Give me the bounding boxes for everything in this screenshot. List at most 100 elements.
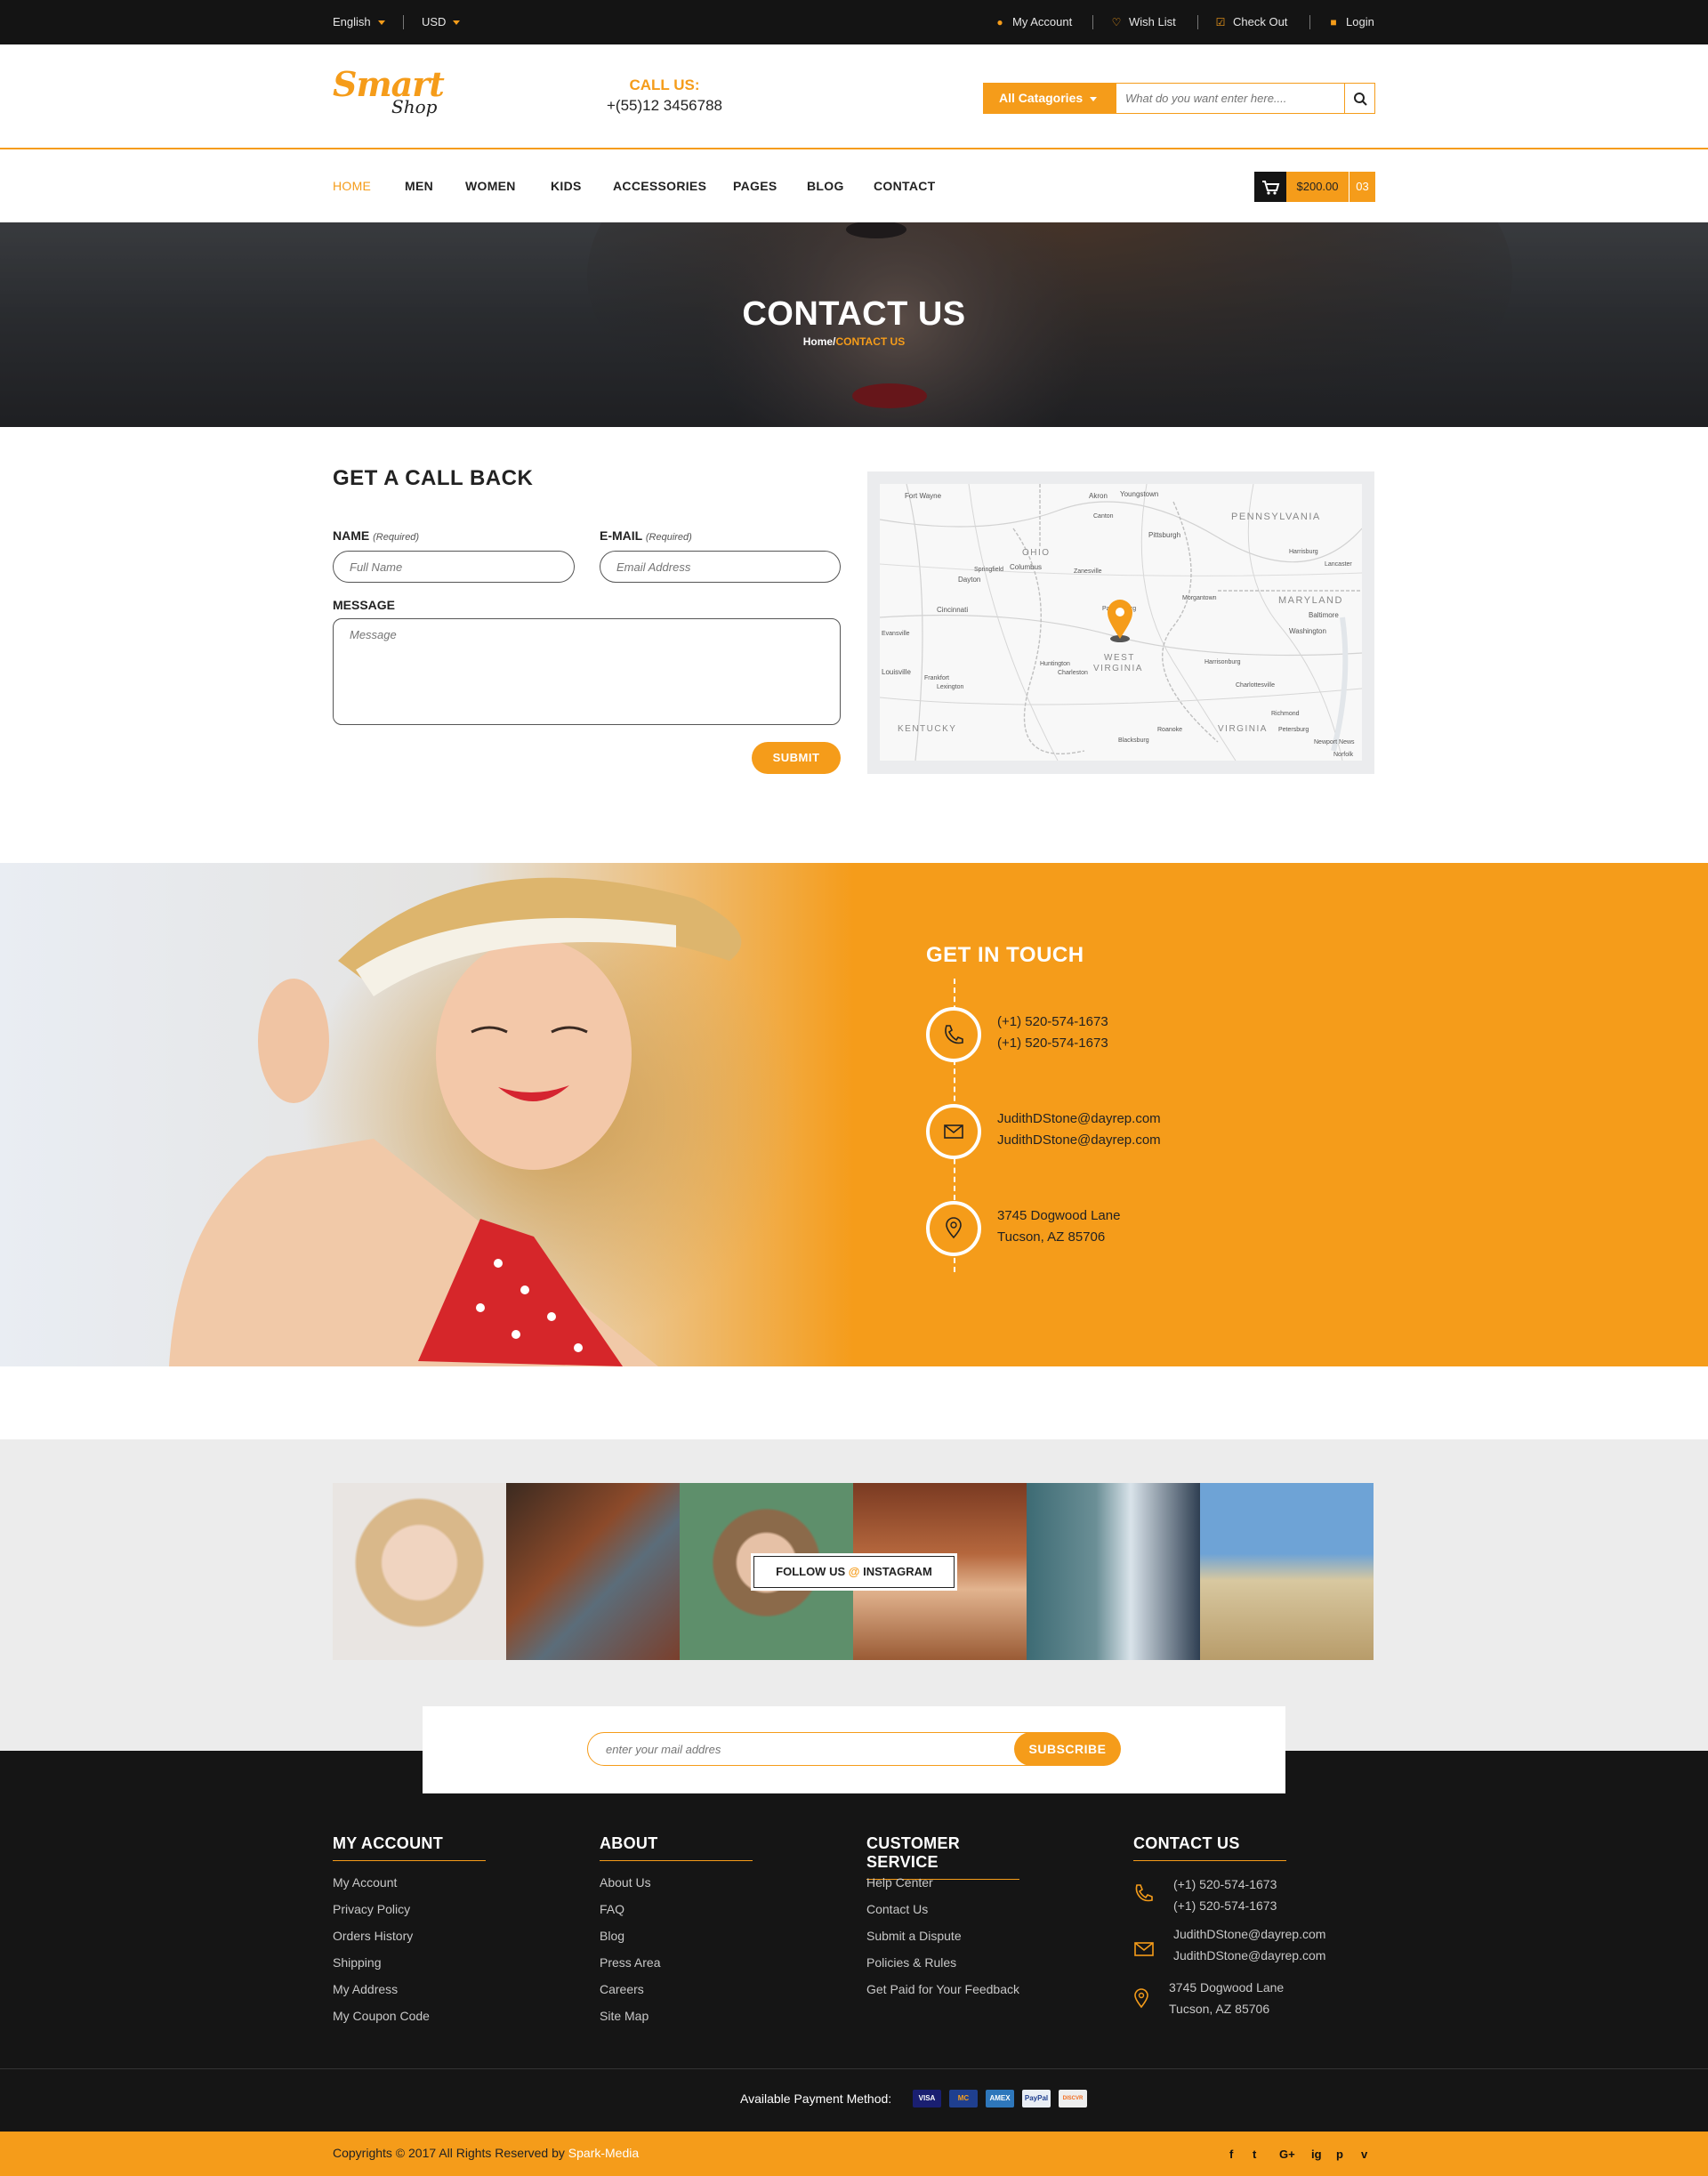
map-label: MARYLAND bbox=[1278, 595, 1343, 606]
touch-phone-1[interactable]: (+1) 520-574-1673 bbox=[997, 1014, 1108, 1029]
map-label: Akron bbox=[1089, 492, 1108, 500]
touch-email-1[interactable]: JudithDStone@dayrep.com bbox=[997, 1111, 1161, 1126]
page-title: CONTACT US bbox=[742, 295, 966, 333]
map-label: Petersburg bbox=[1278, 727, 1309, 733]
footer-link[interactable]: Policies & Rules bbox=[866, 1955, 956, 1970]
language-select[interactable]: English bbox=[333, 15, 385, 28]
footer-link[interactable]: About Us bbox=[600, 1875, 651, 1890]
footer-link[interactable]: Orders History bbox=[333, 1929, 413, 1943]
instagram-photo[interactable] bbox=[506, 1483, 680, 1660]
map-label: Youngstown bbox=[1120, 490, 1158, 498]
subscribe-button[interactable]: SUBSCRIBE bbox=[1014, 1732, 1121, 1766]
follow-prefix: FOLLOW US bbox=[776, 1565, 846, 1578]
footer-link[interactable]: Privacy Policy bbox=[333, 1902, 410, 1916]
footer-heading-about: ABOUT bbox=[600, 1834, 753, 1861]
breadcrumb-current: CONTACT US bbox=[835, 335, 906, 348]
call-us: CALL US: +(55)12 3456788 bbox=[600, 77, 729, 115]
footer-link[interactable]: Shipping bbox=[333, 1955, 382, 1970]
nav-blog[interactable]: BLOG bbox=[807, 179, 844, 193]
footer-heading-contact-us: CONTACT US bbox=[1133, 1834, 1286, 1861]
location-map[interactable]: Fort Wayne Akron Youngstown PENNSYLVANIA… bbox=[880, 484, 1362, 761]
nav-pages[interactable]: PAGES bbox=[733, 179, 777, 193]
instagram-icon[interactable]: ig bbox=[1311, 2148, 1322, 2161]
newsletter-email-input[interactable] bbox=[587, 1732, 1068, 1766]
footer-link[interactable]: My Coupon Code bbox=[333, 2009, 430, 2023]
footer-link[interactable]: Press Area bbox=[600, 1955, 660, 1970]
submit-button[interactable]: SUBMIT bbox=[752, 742, 841, 774]
footer-link[interactable]: Site Map bbox=[600, 2009, 649, 2023]
call-us-number: +(55)12 3456788 bbox=[607, 97, 722, 114]
footer-link[interactable]: FAQ bbox=[600, 1902, 624, 1916]
footer-link[interactable]: Blog bbox=[600, 1929, 624, 1943]
divider bbox=[403, 15, 404, 29]
google-plus-icon[interactable]: G+ bbox=[1279, 2148, 1295, 2161]
name-field[interactable] bbox=[333, 551, 575, 583]
instagram-photo[interactable] bbox=[333, 1483, 506, 1660]
chevron-down-icon bbox=[453, 20, 461, 26]
email-field[interactable] bbox=[600, 551, 841, 583]
login-link[interactable]: ■ Login bbox=[1328, 15, 1374, 28]
twitter-icon[interactable]: t bbox=[1253, 2148, 1256, 2161]
nav-accessories[interactable]: ACCESSORIES bbox=[613, 179, 706, 193]
amex-card-icon: AMEX bbox=[986, 2090, 1014, 2107]
map-label: Evansville bbox=[882, 631, 910, 637]
footer-link[interactable]: My Account bbox=[333, 1875, 397, 1890]
map-label: Zanesville bbox=[1074, 568, 1102, 575]
cart-button[interactable]: $200.00 03 bbox=[1254, 172, 1375, 202]
map-label: VIRGINIA bbox=[1093, 664, 1143, 673]
message-field[interactable] bbox=[333, 618, 841, 725]
name-required: (Required) bbox=[373, 532, 420, 543]
footer-link[interactable]: Get Paid for Your Feedback bbox=[866, 1982, 1019, 1996]
vimeo-icon[interactable]: v bbox=[1361, 2148, 1367, 2161]
search-input[interactable] bbox=[1116, 83, 1344, 114]
categories-dropdown[interactable]: All Catagories bbox=[983, 83, 1116, 114]
callback-title: GET A CALL BACK bbox=[333, 466, 534, 490]
search-icon bbox=[1354, 93, 1367, 106]
currency-select[interactable]: USD bbox=[422, 15, 461, 28]
paypal-icon: PayPal bbox=[1022, 2090, 1051, 2107]
footer-email-1[interactable]: JudithDStone@dayrep.com bbox=[1173, 1923, 1325, 1945]
map-label: Charlottesville bbox=[1236, 682, 1275, 689]
search-button[interactable] bbox=[1344, 83, 1375, 114]
wish-list-link[interactable]: ♡ Wish List bbox=[1111, 15, 1176, 28]
check-out-link[interactable]: ☑ Check Out bbox=[1215, 15, 1288, 28]
cart-icon bbox=[1254, 172, 1286, 202]
footer-link[interactable]: My Address bbox=[333, 1982, 398, 1996]
nav-home[interactable]: HOME bbox=[333, 179, 371, 193]
follow-instagram-button[interactable]: FOLLOW US @ INSTAGRAM bbox=[751, 1553, 957, 1591]
footer-phone-2[interactable]: (+1) 520-574-1673 bbox=[1173, 1895, 1277, 1916]
footer-link[interactable]: Careers bbox=[600, 1982, 644, 1996]
pinterest-icon[interactable]: p bbox=[1336, 2148, 1343, 2161]
nav-kids[interactable]: KIDS bbox=[551, 179, 582, 193]
footer-email-2[interactable]: JudithDStone@dayrep.com bbox=[1173, 1945, 1325, 1966]
brand-link[interactable]: Spark-Media bbox=[568, 2146, 639, 2160]
footer-link[interactable]: Submit a Dispute bbox=[866, 1929, 962, 1943]
map-label: Morgantown bbox=[1182, 595, 1217, 601]
discover-card-icon: DISCVR bbox=[1059, 2090, 1087, 2107]
map-label: PENNSYLVANIA bbox=[1231, 512, 1321, 522]
top-bar: English USD ● My Account ♡ Wish List ☑ Chec… bbox=[0, 0, 1708, 44]
instagram-photo[interactable] bbox=[1027, 1483, 1200, 1660]
map-label: WEST bbox=[1104, 653, 1135, 663]
touch-phone-2[interactable]: (+1) 520-574-1673 bbox=[997, 1036, 1108, 1051]
copyright-bar bbox=[0, 2132, 1708, 2176]
map-label: Fort Wayne bbox=[905, 492, 942, 500]
footer-link[interactable]: Help Center bbox=[866, 1875, 933, 1890]
my-account-link[interactable]: ● My Account bbox=[995, 15, 1072, 28]
nav-men[interactable]: MEN bbox=[405, 179, 433, 193]
nav-women[interactable]: WOMEN bbox=[465, 179, 516, 193]
cart-total: $200.00 bbox=[1286, 172, 1349, 202]
breadcrumb-home[interactable]: Home/ bbox=[803, 335, 836, 348]
call-us-label: CALL US: bbox=[629, 77, 700, 93]
mastercard-icon: MC bbox=[949, 2090, 978, 2107]
logo[interactable]: Smart Shop bbox=[333, 64, 445, 117]
map-graphic: Fort Wayne Akron Youngstown PENNSYLVANIA… bbox=[880, 484, 1362, 761]
map-label: Roanoke bbox=[1157, 727, 1182, 733]
instagram-photo[interactable] bbox=[1200, 1483, 1374, 1660]
nav-contact[interactable]: CONTACT bbox=[874, 179, 936, 193]
facebook-icon[interactable]: f bbox=[1229, 2148, 1233, 2161]
footer-link[interactable]: Contact Us bbox=[866, 1902, 928, 1916]
phone-icon bbox=[945, 1025, 963, 1044]
footer-phone-1[interactable]: (+1) 520-574-1673 bbox=[1173, 1874, 1277, 1895]
touch-email-2[interactable]: JudithDStone@dayrep.com bbox=[997, 1132, 1161, 1148]
